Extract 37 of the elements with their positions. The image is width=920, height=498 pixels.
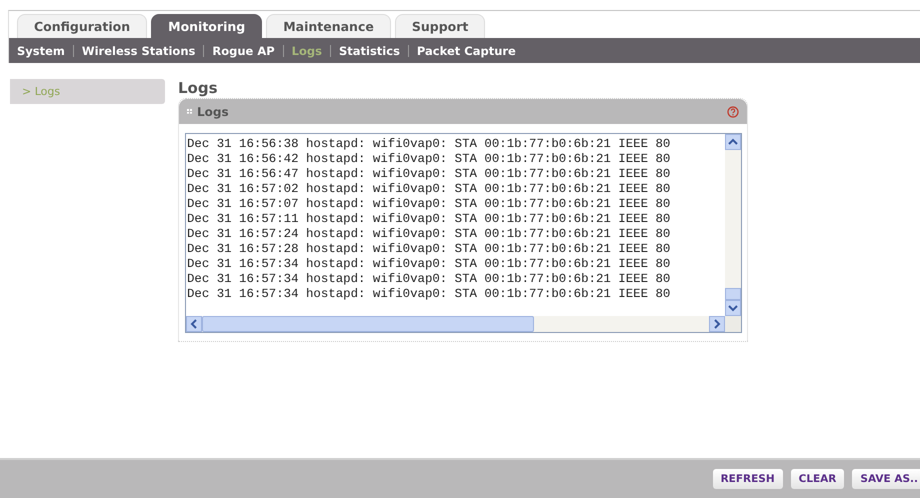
log-line: Dec 31 16:57:34 hostapd: wifi0vap0: STA 00:1b:77:b0:6b:21 IEEE 80 <box>187 257 672 272</box>
subnav-link[interactable]: Packet Capture <box>416 44 516 58</box>
log-text-area[interactable] <box>185 133 742 333</box>
chevron-down-icon[interactable] <box>728 304 738 312</box>
grip-icon <box>187 109 192 114</box>
log-line: Dec 31 16:56:42 hostapd: wifi0vap0: STA 00:1b:77:b0:6b:21 IEEE 80 <box>187 152 672 167</box>
log-line: Dec 31 16:56:38 hostapd: wifi0vap0: STA 00:1b:77:b0:6b:21 IEEE 80 <box>187 137 672 152</box>
log-line: Dec 31 16:57:11 hostapd: wifi0vap0: STA 00:1b:77:b0:6b:21 IEEE 80 <box>187 212 672 227</box>
action-button[interactable]: REFRESH <box>712 469 783 489</box>
log-line: Dec 31 16:57:34 hostapd: wifi0vap0: STA 00:1b:77:b0:6b:21 IEEE 80 <box>187 272 672 287</box>
chevron-right-icon[interactable] <box>713 319 721 329</box>
nav-tab[interactable]: Support <box>394 14 486 38</box>
log-line: Dec 31 16:57:02 hostapd: wifi0vap0: STA 00:1b:77:b0:6b:21 IEEE 80 <box>187 182 672 197</box>
log-line: Dec 31 16:57:34 hostapd: wifi0vap0: STA 00:1b:77:b0:6b:21 IEEE 80 <box>187 287 672 302</box>
subnav-link[interactable]: Statistics <box>338 44 400 58</box>
subnav-link[interactable]: Rogue AP <box>212 44 275 58</box>
scroll-thumb[interactable] <box>202 316 534 332</box>
log-line: Dec 31 16:57:07 hostapd: wifi0vap0: STA 00:1b:77:b0:6b:21 IEEE 80 <box>187 197 672 212</box>
scrollbar-corner <box>725 316 741 332</box>
log-line: Dec 31 16:57:28 hostapd: wifi0vap0: STA 00:1b:77:b0:6b:21 IEEE 80 <box>187 242 672 257</box>
log-line: Dec 31 16:57:24 hostapd: wifi0vap0: STA 00:1b:77:b0:6b:21 IEEE 80 <box>187 227 672 242</box>
chevron-left-icon[interactable] <box>190 319 198 329</box>
action-button[interactable]: SAVE AS.. <box>852 469 920 489</box>
panel-title: Logs <box>197 104 230 118</box>
horizontal-scrollbar[interactable] <box>186 316 741 332</box>
subnav-link[interactable]: Wireless Stations <box>82 44 196 58</box>
vertical-scrollbar[interactable] <box>725 134 741 316</box>
nav-tab[interactable]: Monitoring <box>151 14 262 38</box>
action-button[interactable]: CLEAR <box>790 469 844 489</box>
nav-tab[interactable]: Maintenance <box>266 14 391 38</box>
help-icon[interactable] <box>727 106 739 118</box>
chevron-up-icon[interactable] <box>728 138 738 146</box>
scroll-thumb[interactable] <box>725 288 741 300</box>
nav-tab[interactable]: Configuration <box>17 14 148 38</box>
subnav-link[interactable]: System <box>17 44 65 58</box>
log-line: Dec 31 16:56:47 hostapd: wifi0vap0: STA 00:1b:77:b0:6b:21 IEEE 80 <box>187 167 672 182</box>
page-title: Logs <box>178 79 219 97</box>
